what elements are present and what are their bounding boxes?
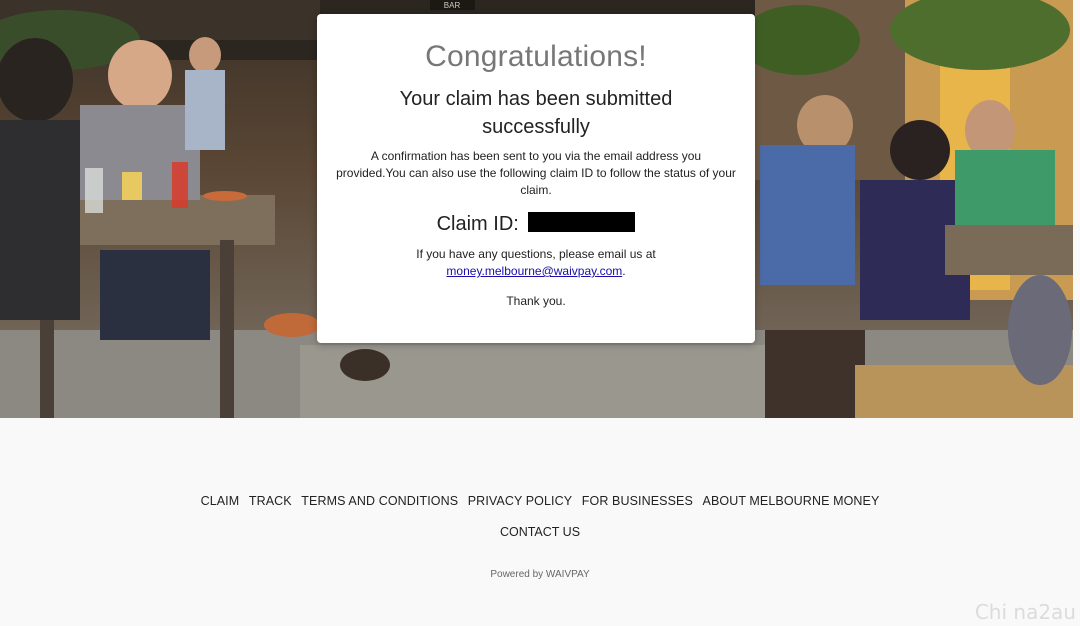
questions-suffix: . [622, 264, 626, 278]
powered-by-text: Powered by WAIVPAY [490, 569, 590, 580]
confirmation-text: A confirmation has been sent to you via … [336, 149, 736, 197]
footer-link-about[interactable]: ABOUT MELBOURNE MONEY [703, 494, 880, 508]
confirmation-card: Congratulations! Your claim has been sub… [317, 14, 755, 343]
footer-link-track[interactable]: TRACK [249, 494, 292, 508]
footer-link-businesses[interactable]: FOR BUSINESSES [582, 494, 693, 508]
footer-link-terms[interactable]: TERMS AND CONDITIONS [301, 494, 458, 508]
watermark: Chi na2au [974, 600, 1076, 624]
congratulations-heading: Congratulations! [425, 40, 647, 73]
page: BAR Congratulations! Your claim has been… [0, 0, 1080, 626]
claim-id-label: Claim ID: [436, 213, 519, 235]
submitted-subheading: Your claim has been submitted successful… [399, 88, 673, 138]
thank-you-text: Thank you. [506, 294, 566, 308]
footer-link-privacy[interactable]: PRIVACY POLICY [468, 494, 572, 508]
support-email-link[interactable]: money.melbourne@waivpay.com [446, 264, 622, 278]
claim-id-redacted [528, 212, 636, 232]
footer-link-contact[interactable]: CONTACT US [500, 525, 580, 539]
questions-prefix: If you have any questions, please email … [416, 247, 656, 261]
sign-text: BAR [444, 1, 461, 10]
footer-nav-secondary: CONTACT US [0, 525, 1080, 539]
questions-text: If you have any questions, please email … [377, 246, 695, 280]
footer-nav: CLAIM TRACK TERMS AND CONDITIONS PRIVACY… [0, 494, 1080, 508]
footer-link-claim[interactable]: CLAIM [201, 494, 240, 508]
claim-id-row: Claim ID: [317, 212, 755, 236]
